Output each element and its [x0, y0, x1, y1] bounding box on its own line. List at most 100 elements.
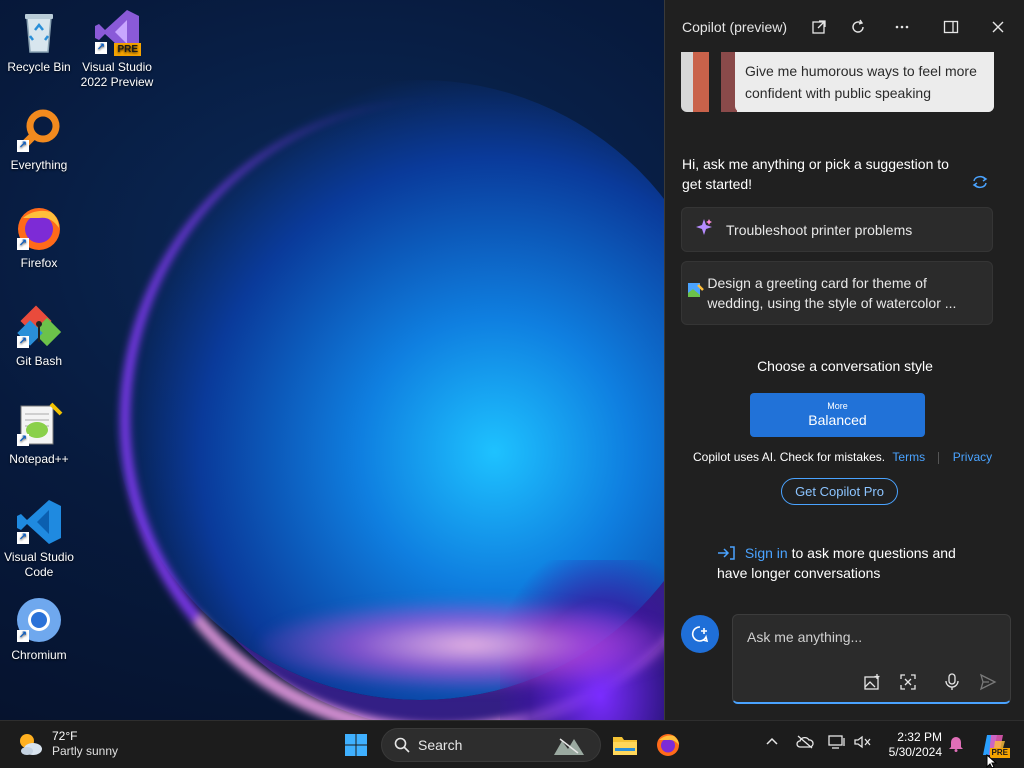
- add-image-icon[interactable]: [861, 671, 883, 693]
- suggestion-label: Design a greeting card for theme of wedd…: [707, 275, 957, 311]
- signin-link[interactable]: Sign in: [745, 545, 788, 561]
- privacy-link[interactable]: Privacy: [953, 450, 992, 464]
- start-button[interactable]: [340, 729, 372, 761]
- recycle-bin-icon: [15, 8, 63, 56]
- desktop-icon-notepad-plus-plus[interactable]: ↗ Notepad++: [0, 400, 78, 467]
- shortcut-arrow-icon: ↗: [17, 532, 29, 544]
- speaker-muted-icon: [854, 735, 871, 749]
- onedrive-tray-icon[interactable]: [796, 735, 814, 752]
- wallpaper-pink-glow: [260, 600, 680, 690]
- more-options-icon[interactable]: [889, 14, 915, 40]
- monitor-icon: [828, 735, 845, 749]
- desktop-icon-label: Git Bash: [15, 354, 63, 368]
- desktop-icon-label: Everything: [10, 158, 68, 172]
- clock-time: 2:32 PM: [897, 730, 942, 744]
- suggestion-banner[interactable]: Give me humorous ways to feel more confi…: [681, 52, 994, 112]
- vscode-icon: ↗: [15, 498, 63, 546]
- firefox-taskbar-button[interactable]: [652, 729, 684, 761]
- chat-input[interactable]: [747, 629, 997, 645]
- desktop-icon-everything[interactable]: ↗ Everything: [0, 106, 78, 173]
- taskbar-search[interactable]: Search: [381, 728, 601, 762]
- weather-widget[interactable]: 72°F Partly sunny: [16, 729, 118, 759]
- desktop-icon-visual-studio-preview[interactable]: PRE ↗ Visual Studio 2022 Preview: [78, 8, 156, 90]
- file-explorer-button[interactable]: [609, 729, 641, 761]
- new-topic-button[interactable]: [681, 615, 719, 653]
- desktop-icon-recycle-bin[interactable]: Recycle Bin: [0, 8, 78, 75]
- magnifier-icon: ↗: [15, 106, 63, 154]
- disclaimer-text: Copilot uses AI. Check for mistakes.: [693, 450, 886, 464]
- divider: [938, 451, 940, 464]
- signin-icon: [717, 545, 739, 561]
- greeting-text: Hi, ask me anything or pick a suggestion…: [682, 156, 949, 192]
- screenshot-icon[interactable]: [897, 671, 919, 693]
- copilot-title: Copilot (preview): [682, 19, 788, 35]
- shortcut-arrow-icon: ↗: [17, 630, 29, 642]
- open-in-browser-icon[interactable]: [806, 14, 832, 40]
- mouse-cursor-icon: [986, 753, 998, 768]
- suggestion-greeting-card[interactable]: Design a greeting card for theme of wedd…: [681, 261, 993, 325]
- sparkle-icon: [682, 218, 726, 242]
- preview-badge: PRE: [114, 43, 141, 56]
- shortcut-arrow-icon: ↗: [17, 336, 29, 348]
- bell-icon: [949, 737, 963, 752]
- desktop-icon-chromium[interactable]: ↗ Chromium: [0, 596, 78, 663]
- search-highlight-icon: [552, 735, 586, 760]
- disclaimer: Copilot uses AI. Check for mistakes. Ter…: [693, 450, 992, 464]
- clock[interactable]: 2:32 PM 5/30/2024: [878, 730, 942, 760]
- volume-tray-icon[interactable]: [854, 735, 872, 752]
- notepad-plus-plus-icon: ↗: [15, 400, 63, 448]
- microphone-icon[interactable]: [941, 671, 963, 693]
- shortcut-arrow-icon: ↗: [95, 42, 107, 54]
- shortcut-arrow-icon: ↗: [17, 434, 29, 446]
- chromium-icon: ↗: [15, 596, 63, 644]
- split-view-icon[interactable]: [938, 14, 964, 40]
- terms-link[interactable]: Terms: [892, 450, 925, 464]
- signin-prompt: Sign in to ask more questions and have l…: [717, 543, 977, 583]
- show-hidden-icons[interactable]: [765, 735, 779, 752]
- folder-icon: [613, 737, 637, 755]
- search-label: Search: [418, 737, 463, 753]
- search-icon: [394, 737, 410, 753]
- get-copilot-pro-button[interactable]: Get Copilot Pro: [781, 478, 898, 505]
- git-bash-icon: ↗: [15, 302, 63, 350]
- desktop-icon-label: Recycle Bin: [7, 60, 71, 74]
- desktop-icon-firefox[interactable]: ↗ Firefox: [0, 204, 78, 271]
- desktop-icon-git-bash[interactable]: ↗ Git Bash: [0, 302, 78, 369]
- weather-temp: 72°F: [52, 729, 78, 743]
- shortcut-arrow-icon: ↗: [17, 238, 29, 250]
- desktop-icon-label: Visual Studio Code: [4, 550, 74, 579]
- taskbar: 72°F Partly sunny Search 2:32 PM 5/30/20…: [0, 720, 1024, 768]
- suggestion-troubleshoot-printer[interactable]: Troubleshoot printer problems: [681, 207, 993, 252]
- conversation-style-balanced-button[interactable]: More Balanced: [750, 393, 925, 437]
- chat-compose-box[interactable]: [732, 614, 1011, 704]
- desktop-icon-label: Visual Studio 2022 Preview: [80, 60, 154, 89]
- clock-date: 5/30/2024: [888, 745, 942, 759]
- chevron-up-icon: [766, 737, 778, 745]
- refresh-icon[interactable]: [845, 14, 871, 40]
- close-icon[interactable]: [985, 14, 1011, 40]
- weather-desc: Partly sunny: [52, 744, 119, 758]
- network-tray-icon[interactable]: [828, 735, 846, 752]
- cloud-offline-icon: [796, 735, 814, 749]
- style-selected-label: Balanced: [808, 412, 867, 428]
- desktop-icon-label: Firefox: [20, 256, 58, 270]
- send-icon[interactable]: [977, 671, 999, 693]
- windows-icon: [345, 734, 367, 756]
- visual-studio-icon: PRE ↗: [93, 8, 141, 56]
- desktop-icon-label: Notepad++: [9, 452, 69, 466]
- desktop-icon-vscode[interactable]: ↗ Visual Studio Code: [0, 498, 78, 580]
- partly-sunny-icon: [16, 730, 44, 758]
- conversation-style-title: Choose a conversation style: [757, 358, 933, 374]
- style-more-label: More: [827, 401, 848, 411]
- shortcut-arrow-icon: ↗: [17, 140, 29, 152]
- new-chat-icon: [691, 626, 709, 643]
- refresh-suggestions-icon[interactable]: [971, 174, 989, 195]
- suggestion-label: Troubleshoot printer problems: [726, 221, 913, 238]
- desktop-icon-label: Chromium: [11, 648, 67, 662]
- copilot-panel: Copilot (preview) Give me humorous ways …: [664, 0, 1024, 720]
- banner-text: Give me humorous ways to feel more confi…: [735, 52, 994, 112]
- notifications-button[interactable]: [948, 734, 964, 755]
- firefox-icon: [657, 734, 679, 756]
- image-create-icon: [682, 281, 707, 305]
- firefox-icon: ↗: [15, 204, 63, 252]
